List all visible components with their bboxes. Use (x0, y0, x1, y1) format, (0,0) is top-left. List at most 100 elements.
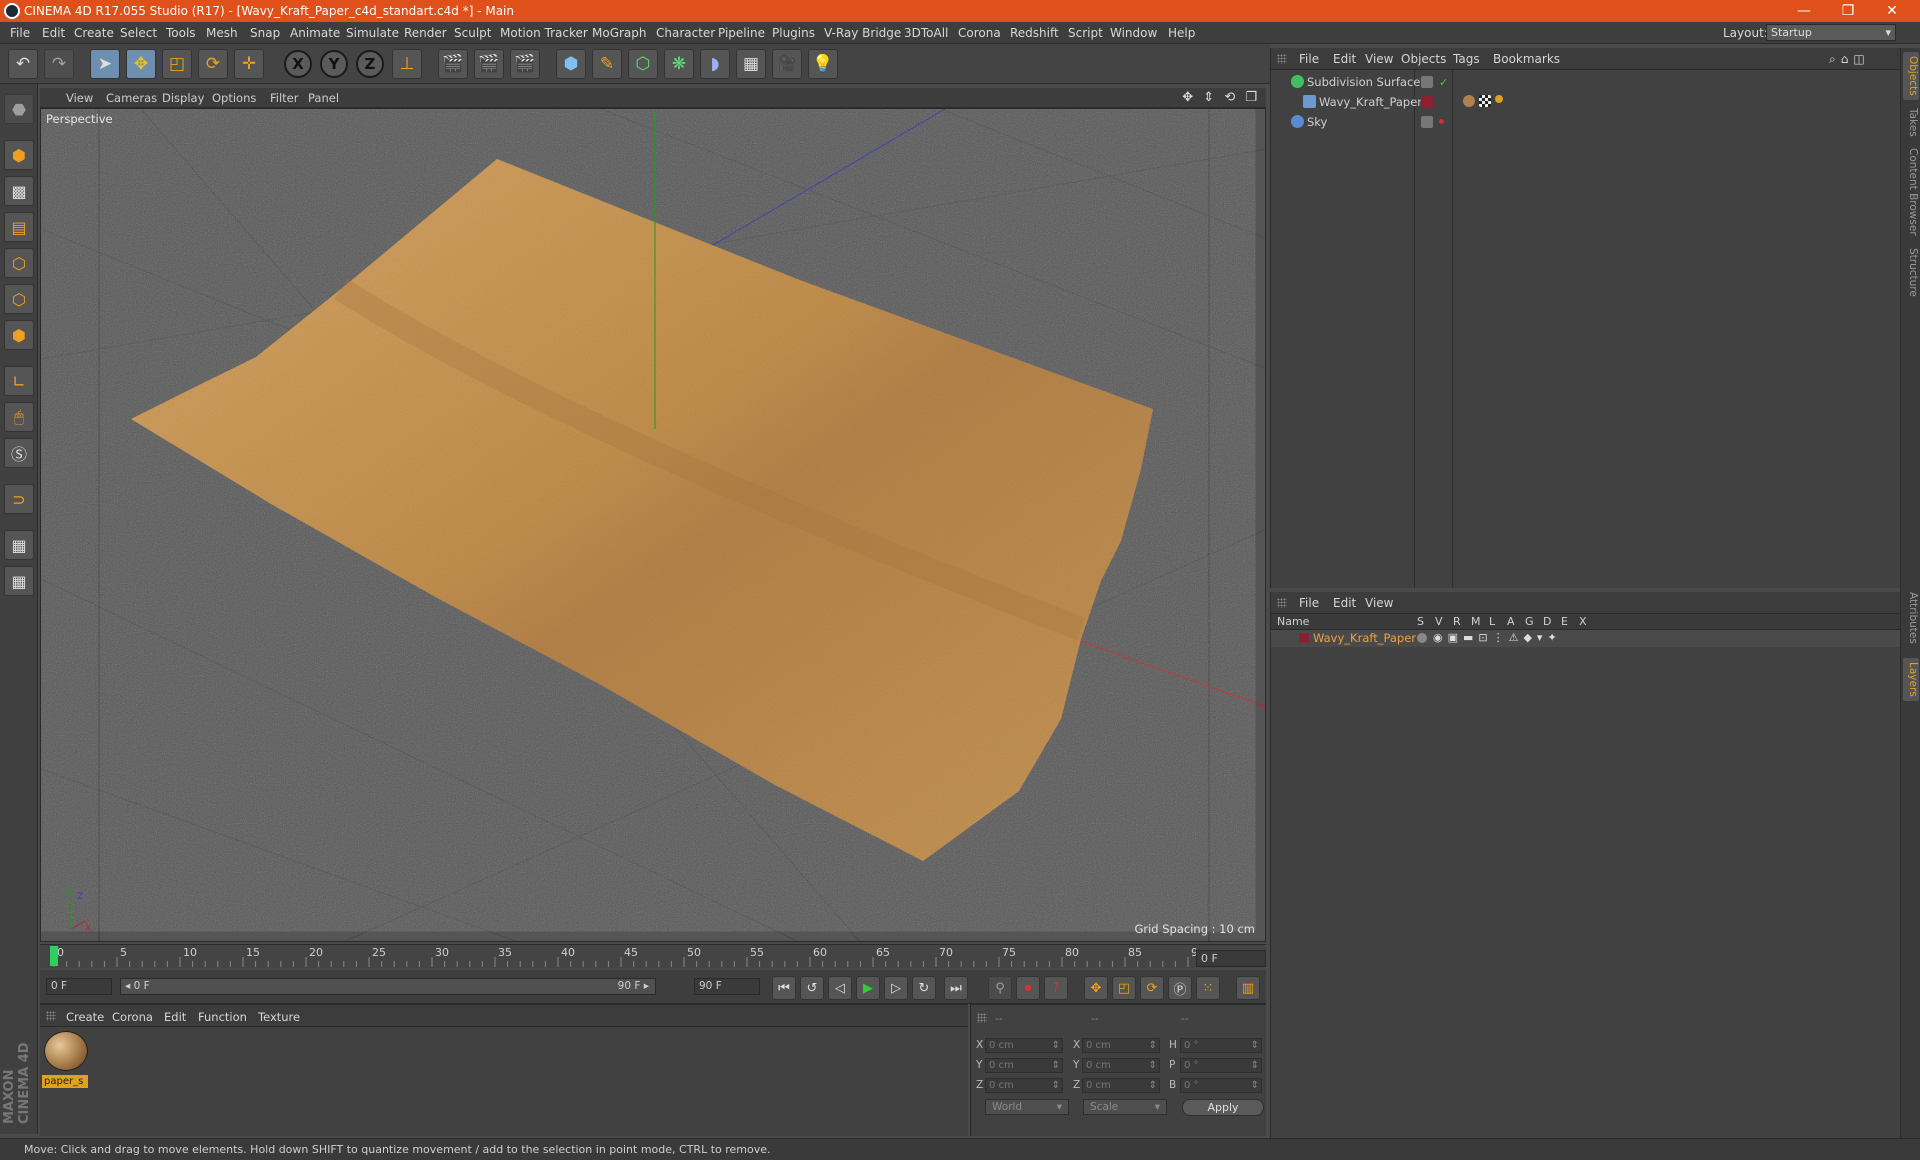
current-frame-field[interactable]: 0 F (46, 978, 112, 995)
render-picture-viewer-button[interactable]: 🎬 (474, 49, 504, 79)
model-mode-button[interactable]: ⬢ (4, 140, 34, 170)
tab-takes[interactable]: Takes (1903, 104, 1919, 141)
size-y-field[interactable]: 0 cm ⇕ (1082, 1058, 1160, 1073)
playhead[interactable] (50, 946, 58, 966)
menu-corona[interactable]: Corona (958, 26, 1001, 40)
add-mograph-button[interactable]: ❋ (664, 49, 694, 79)
editor-visibility-icon[interactable] (1421, 116, 1433, 128)
menu-mograph[interactable]: MoGraph (592, 26, 647, 40)
obj-menu-edit[interactable]: Edit (1333, 52, 1356, 66)
coordinate-space-dropdown[interactable]: World ▾ (985, 1099, 1069, 1115)
x-axis-lock-button[interactable]: X (284, 50, 312, 78)
add-cube-button[interactable]: ⬢ (556, 49, 586, 79)
tab-layers[interactable]: Layers (1903, 658, 1919, 701)
frame-range-slider[interactable]: ◂ 0 F 90 F ▸ (120, 978, 656, 995)
layout-select[interactable]: Startup ▾ (1766, 24, 1896, 41)
maximize-button[interactable]: ❐ (1826, 1, 1870, 21)
position-y-field[interactable]: 0 cm ⇕ (985, 1058, 1063, 1073)
column-visible[interactable]: V (1435, 615, 1443, 628)
viewport-navigation-icons[interactable]: ✥ ⇕ ⟲ ❐ (1182, 90, 1260, 105)
close-button[interactable]: ✕ (1870, 1, 1914, 21)
menu-mesh[interactable]: Mesh (206, 26, 238, 40)
position-z-field[interactable]: 0 cm ⇕ (985, 1078, 1063, 1093)
move-tool-button[interactable]: ✥ (126, 49, 156, 79)
record-rotation-button[interactable]: ⟳ (1140, 976, 1164, 1000)
add-nurbs-button[interactable]: ⬡ (628, 49, 658, 79)
menu-animate[interactable]: Animate (290, 26, 340, 40)
snap-button[interactable]: Ⓢ (4, 438, 34, 468)
viewport-menu-options[interactable]: Options (212, 91, 256, 105)
panel-grip-icon[interactable] (1277, 54, 1287, 64)
column-name[interactable]: Name (1277, 615, 1309, 628)
record-scale-button[interactable]: ◰ (1112, 976, 1136, 1000)
viewport-menu-view[interactable]: View (66, 91, 93, 105)
layer-menu-edit[interactable]: Edit (1333, 596, 1356, 610)
scale-tool-button[interactable]: ◰ (162, 49, 192, 79)
apply-button[interactable]: Apply (1182, 1099, 1264, 1116)
edges-mode-button[interactable]: ⬡ (4, 284, 34, 314)
z-axis-lock-button[interactable]: Z (356, 50, 384, 78)
mat-menu-corona[interactable]: Corona (112, 1010, 153, 1024)
magnet-button[interactable]: ⊃ (4, 484, 34, 514)
solo-toggle-icon[interactable] (1417, 633, 1427, 643)
add-light-button[interactable]: 💡 (808, 49, 838, 79)
object-row-wavy-kraft-paper[interactable]: Wavy_Kraft_Paper (1277, 93, 1877, 111)
object-row-subdivision-surface[interactable]: Subdivision Surface ✓ (1277, 73, 1877, 91)
go-to-end-button[interactable]: ⏭ (944, 976, 968, 1000)
column-expressions[interactable]: E (1561, 615, 1568, 628)
menu-redshift[interactable]: Redshift (1010, 26, 1059, 40)
column-manager[interactable]: M (1471, 615, 1481, 628)
position-x-field[interactable]: 0 cm ⇕ (985, 1038, 1063, 1053)
live-selection-button[interactable]: ➤ (90, 49, 120, 79)
layer-row[interactable]: Wavy_Kraft_Paper ◉▣▬⊡⋮⚠◆▾✦ (1271, 630, 1901, 647)
menu-select[interactable]: Select (120, 26, 157, 40)
axis-mode-button[interactable]: ∟ (4, 366, 34, 396)
polygons-mode-button[interactable]: ⬢ (4, 320, 34, 350)
menu-pipeline[interactable]: Pipeline (718, 26, 765, 40)
viewport-menu-filter[interactable]: Filter (270, 91, 298, 105)
undo-button[interactable]: ↶ (8, 49, 38, 79)
y-axis-lock-button[interactable]: Y (320, 50, 348, 78)
menu-create[interactable]: Create (74, 26, 114, 40)
menu-file[interactable]: File (10, 26, 30, 40)
mat-menu-create[interactable]: Create (66, 1010, 104, 1024)
layer-color-icon[interactable] (1421, 96, 1433, 108)
record-position-button[interactable]: ✥ (1084, 976, 1108, 1000)
next-frame-button[interactable]: ▷ (884, 976, 908, 1000)
panel-grip-icon[interactable] (1277, 598, 1287, 608)
mat-menu-texture[interactable]: Texture (258, 1010, 300, 1024)
play-button[interactable]: ▶ (856, 976, 880, 1000)
next-key-button[interactable]: ↻ (912, 976, 936, 1000)
obj-menu-view[interactable]: View (1365, 52, 1393, 66)
menu-3dtoall[interactable]: 3DToAll (904, 26, 948, 40)
layer-menu-file[interactable]: File (1299, 596, 1319, 610)
column-xref[interactable]: X (1579, 615, 1587, 628)
layer-color-icon[interactable] (1299, 633, 1309, 643)
rotation-h-field[interactable]: 0 ° ⇕ (1180, 1038, 1262, 1053)
size-z-field[interactable]: 0 cm ⇕ (1082, 1078, 1160, 1093)
rotation-b-field[interactable]: 0 ° ⇕ (1180, 1078, 1262, 1093)
viewport-menu-display[interactable]: Display (162, 91, 204, 105)
render-settings-button[interactable]: 🎬 (510, 49, 540, 79)
go-to-start-button[interactable]: ⏮ (772, 976, 796, 1000)
obj-menu-file[interactable]: File (1299, 52, 1319, 66)
tab-content-browser[interactable]: Content Browser (1903, 144, 1919, 240)
render-off-dot-icon[interactable] (1439, 119, 1444, 124)
menu-simulate[interactable]: Simulate (346, 26, 399, 40)
material-preview-paper[interactable] (44, 1031, 88, 1071)
obj-menu-objects[interactable]: Objects (1401, 52, 1446, 66)
timeline-current-frame-field[interactable]: 0 F (1196, 950, 1266, 967)
column-render[interactable]: R (1453, 615, 1461, 628)
make-editable-button[interactable]: ⬣ (4, 94, 34, 124)
menu-window[interactable]: Window (1110, 26, 1157, 40)
rotation-p-field[interactable]: 0 ° ⇕ (1180, 1058, 1262, 1073)
tweak-mode-button[interactable]: 🖱 (4, 402, 34, 432)
mat-menu-edit[interactable]: Edit (164, 1010, 186, 1024)
add-environment-button[interactable]: ▦ (736, 49, 766, 79)
material-name[interactable]: paper_s (42, 1075, 88, 1088)
tab-attributes[interactable]: Attributes (1903, 588, 1919, 648)
menu-edit[interactable]: Edit (42, 26, 65, 40)
menu-sculpt[interactable]: Sculpt (454, 26, 491, 40)
autokey-button[interactable]: ⏺ (1016, 976, 1040, 1000)
editor-visibility-icon[interactable] (1421, 76, 1433, 88)
